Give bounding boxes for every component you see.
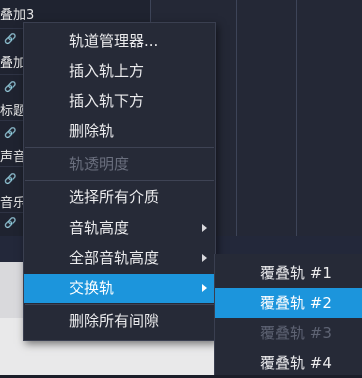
submenu-item-overlay-2[interactable]: 覆叠轨 #2 (215, 288, 362, 318)
submenu-item-overlay-4[interactable]: 覆叠轨 #4 (215, 348, 362, 378)
submenu-arrow-icon (202, 284, 207, 292)
menu-item-swap-track[interactable]: 交换轨 (24, 274, 215, 303)
submenu-arrow-icon (202, 224, 207, 232)
menu-item-label: 交换轨 (69, 279, 115, 297)
link-icon[interactable]: 🔗 (4, 128, 16, 139)
link-icon[interactable]: 🔗 (4, 174, 16, 185)
menu-separator (25, 147, 214, 148)
link-icon[interactable]: 🔗 (4, 34, 16, 45)
menu-item-all-track-height[interactable]: 全部音轨高度 (24, 244, 215, 273)
menu-item-insert-below[interactable]: 插入轨下方 (24, 87, 215, 116)
menu-item-track-manager[interactable]: 轨道管理器... (24, 27, 215, 56)
menu-separator (25, 180, 214, 181)
menu-item-delete-track[interactable]: 删除轨 (24, 117, 215, 146)
timeline-marker (236, 0, 237, 238)
link-icon[interactable]: 🔗 (4, 82, 16, 93)
menu-item-select-all-media[interactable]: 选择所有介质 (24, 183, 215, 212)
timeline-marker (296, 0, 297, 238)
menu-item-track-opacity: 轨透明度 (69, 155, 130, 173)
track-context-menu: 轨道管理器... 插入轨上方 插入轨下方 删除轨 轨透明度 选择所有介质 音轨高… (23, 22, 216, 341)
submenu-item-overlay-3: 覆叠轨 #3 (260, 324, 332, 342)
menu-item-label: 全部音轨高度 (69, 249, 160, 267)
menu-item-label: 音轨高度 (69, 219, 130, 237)
menu-separator (25, 304, 214, 305)
swap-track-submenu: 覆叠轨 #1 覆叠轨 #2 覆叠轨 #3 覆叠轨 #4 (214, 254, 362, 375)
menu-item-insert-above[interactable]: 插入轨上方 (24, 57, 215, 86)
link-icon[interactable]: 🔗 (4, 218, 16, 229)
submenu-arrow-icon (202, 254, 207, 262)
track-label[interactable]: 叠加3 (0, 4, 34, 23)
submenu-item-overlay-1[interactable]: 覆叠轨 #1 (215, 258, 362, 288)
menu-item-track-height[interactable]: 音轨高度 (24, 214, 215, 243)
menu-item-delete-all-gaps[interactable]: 删除所有间隙 (24, 307, 215, 336)
